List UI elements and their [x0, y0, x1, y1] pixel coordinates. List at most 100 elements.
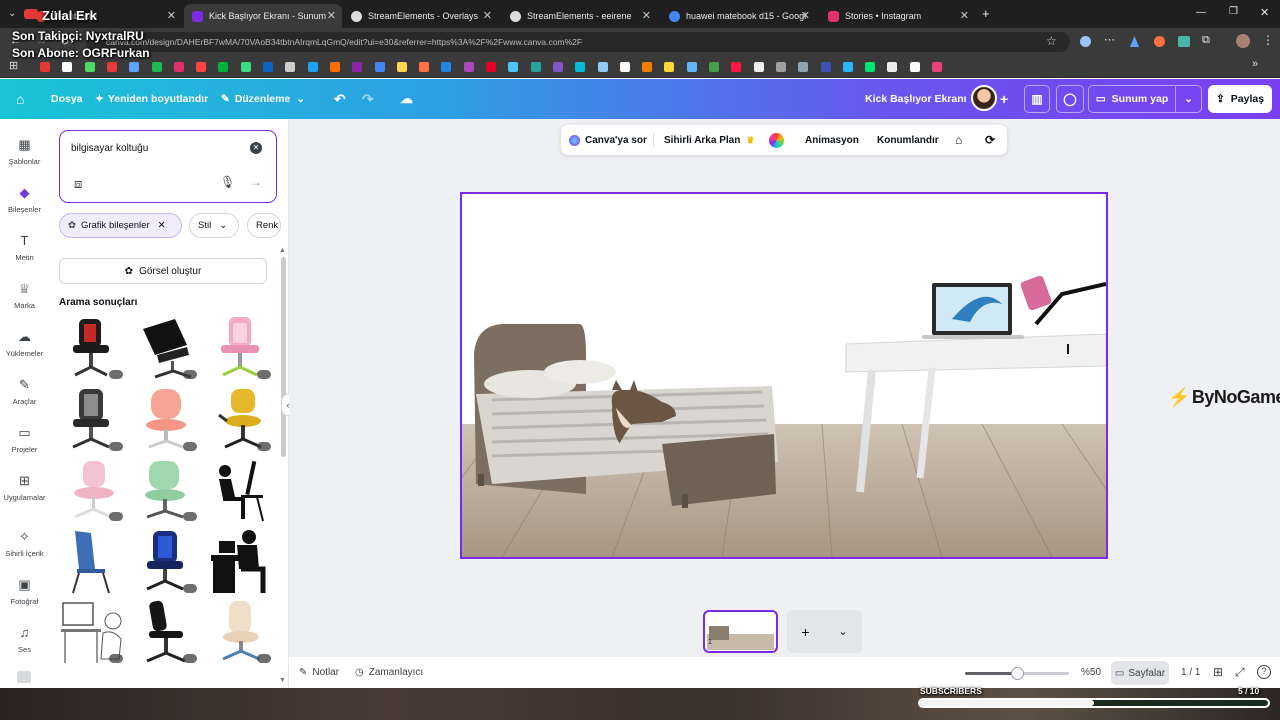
- bookmark-favicon-icon[interactable]: [374, 62, 385, 72]
- filter-chip-graphics[interactable]: ✿ Grafik bileşenler ✕: [59, 213, 182, 238]
- paint-format-icon[interactable]: ⌂: [955, 125, 962, 155]
- chevron-down-icon[interactable]: ⌄: [838, 625, 847, 638]
- close-icon[interactable]: ✕: [960, 9, 969, 22]
- result-gaming-chair-blue[interactable]: [135, 529, 197, 595]
- result-office-chair-yellow[interactable]: [209, 387, 271, 453]
- magic-switch-icon[interactable]: ⟳: [985, 125, 995, 155]
- bookmark-star-icon[interactable]: ☆: [1046, 34, 1057, 48]
- result-cartoon-computer-desk[interactable]: [61, 599, 123, 665]
- bookmark-favicon-icon[interactable]: [932, 62, 942, 72]
- bookmark-favicon-icon[interactable]: [909, 62, 920, 72]
- restore-icon[interactable]: ❐: [1229, 6, 1238, 17]
- bookmark-favicon-icon[interactable]: [151, 62, 162, 72]
- result-person-at-desk-silhouette[interactable]: [209, 529, 271, 595]
- bookmark-favicon-icon[interactable]: [196, 62, 207, 72]
- result-chair-light-pink[interactable]: [61, 457, 123, 523]
- bookmark-favicon-icon[interactable]: [218, 62, 229, 72]
- bookmark-favicon-icon[interactable]: [865, 62, 876, 72]
- filter-chip-style[interactable]: Stil ⌄: [189, 213, 239, 238]
- new-tab-icon[interactable]: +: [982, 6, 990, 21]
- rail-item-magic-media[interactable]: ✧ Sihirli İçerik: [0, 521, 49, 565]
- close-icon[interactable]: ✕: [327, 9, 336, 22]
- user-avatar[interactable]: [971, 85, 997, 111]
- bookmark-favicon-icon[interactable]: [842, 62, 853, 72]
- result-gaming-chair-grey[interactable]: [61, 387, 123, 453]
- apps-grid-icon[interactable]: ⊞: [9, 59, 18, 72]
- bookmark-favicon-icon[interactable]: [396, 62, 407, 72]
- address-bar[interactable]: canva.com/design/DAHErBF7wMA/70VAoB34tbt…: [86, 32, 1070, 52]
- close-icon[interactable]: ✕: [483, 9, 492, 22]
- undo-icon[interactable]: ↶: [334, 79, 346, 119]
- url-text[interactable]: canva.com/design/DAHErBF7wMA/70VAoB34tbt…: [106, 37, 582, 47]
- bookmark-favicon-icon[interactable]: [84, 62, 95, 72]
- bookmark-favicon-icon[interactable]: [307, 62, 318, 72]
- present-button[interactable]: ▭ Sunum yap: [1088, 85, 1176, 113]
- tab-streamelements-eeirene[interactable]: StreamElements - eeirene ✕: [502, 4, 657, 28]
- bookmark-favicon-icon[interactable]: [106, 62, 117, 72]
- bookmark-favicon-icon[interactable]: [40, 62, 50, 72]
- color-picker-icon[interactable]: [769, 133, 784, 148]
- bookmark-favicon-icon[interactable]: [441, 62, 452, 72]
- extension-menu-icon[interactable]: ⋯: [1104, 33, 1115, 46]
- zoom-slider-track[interactable]: [965, 667, 1069, 680]
- rail-item-templates[interactable]: ▦ Şablonlar: [0, 129, 49, 173]
- timer-button[interactable]: ◷ Zamanlayıcı: [355, 667, 423, 678]
- home-icon[interactable]: ⌂: [16, 79, 24, 119]
- animate-button[interactable]: Animasyon: [805, 125, 859, 155]
- add-page-button[interactable]: + ⌄: [787, 610, 862, 653]
- bookmark-favicon-icon[interactable]: [419, 62, 430, 72]
- tab-google-search[interactable]: huawei matebook d15 - Googl ✕: [661, 4, 816, 28]
- rail-item-tools[interactable]: ✎ Araçlar: [0, 369, 49, 413]
- notes-button[interactable]: ✎ Notlar: [299, 667, 339, 678]
- ask-canva-button[interactable]: Canva'ya sor: [569, 125, 647, 155]
- zoom-value[interactable]: %50: [1081, 667, 1101, 678]
- scroll-down-icon[interactable]: ▼: [279, 677, 286, 684]
- insights-chart-icon[interactable]: ▥: [1024, 85, 1050, 113]
- profile-avatar-icon[interactable]: [1236, 34, 1250, 48]
- result-chair-mint[interactable]: [135, 457, 197, 523]
- design-canvas[interactable]: [460, 192, 1108, 559]
- bookmark-favicon-icon[interactable]: [619, 62, 630, 72]
- result-office-chair-cream[interactable]: [209, 599, 271, 665]
- tab-canva[interactable]: Kick Başlıyor Ekranı - Sunum ✕: [184, 4, 342, 28]
- rail-item-photos[interactable]: ▣ Fotoğraf: [0, 569, 49, 613]
- result-office-chair-black[interactable]: [135, 315, 197, 381]
- bookmark-favicon-icon[interactable]: [887, 62, 898, 72]
- rail-item-text[interactable]: T Metin: [0, 225, 49, 269]
- remove-filter-icon[interactable]: ✕: [158, 220, 166, 231]
- result-person-at-computer-silhouette[interactable]: [209, 457, 271, 523]
- bookmark-favicon-icon[interactable]: [463, 62, 474, 72]
- result-gaming-chair-pink[interactable]: [209, 315, 271, 381]
- resize-button[interactable]: ✦ Yeniden boyutlandır: [95, 79, 208, 119]
- minimize-icon[interactable]: —: [1196, 7, 1206, 18]
- submit-arrow-icon[interactable]: →: [250, 175, 262, 189]
- bookmark-favicon-icon[interactable]: [686, 62, 697, 72]
- close-icon[interactable]: ✕: [642, 9, 651, 22]
- bookmark-favicon-icon[interactable]: [798, 62, 809, 72]
- bookmark-favicon-icon[interactable]: [352, 62, 363, 72]
- bedroom-scene-image[interactable]: [462, 194, 1106, 557]
- bookmark-favicon-icon[interactable]: [597, 62, 608, 72]
- page-thumbnail[interactable]: 1: [703, 610, 778, 653]
- bookmark-favicon-icon[interactable]: [664, 62, 675, 72]
- rail-item-apps[interactable]: ⊞ Uygulamalar: [0, 465, 49, 509]
- extension-icon[interactable]: [1080, 36, 1091, 47]
- bookmark-favicon-icon[interactable]: [62, 62, 73, 72]
- bookmark-favicon-icon[interactable]: [129, 62, 140, 72]
- fullscreen-icon[interactable]: ⤢: [1235, 665, 1245, 680]
- result-chair-blue[interactable]: [61, 529, 123, 595]
- share-button[interactable]: ⇪ Paylaş: [1208, 85, 1272, 113]
- bookmark-favicon-icon[interactable]: [820, 62, 831, 72]
- filter-chip-color[interactable]: Renk: [247, 213, 281, 238]
- image-search-icon[interactable]: ⧈: [74, 176, 82, 192]
- bookmark-favicon-icon[interactable]: [486, 62, 496, 72]
- result-office-chair-black-2[interactable]: [135, 599, 197, 665]
- grid-view-icon[interactable]: ⊞: [1213, 665, 1223, 679]
- document-title[interactable]: Kick Başlıyor Ekranı: [865, 79, 967, 119]
- clear-search-icon[interactable]: ✕: [250, 142, 262, 154]
- rail-item-projects[interactable]: ▭ Projeler: [0, 417, 49, 461]
- bookmark-favicon-icon[interactable]: [753, 62, 764, 72]
- more-apps-thumbnail[interactable]: [17, 671, 31, 683]
- help-icon[interactable]: ?: [1257, 665, 1271, 679]
- present-options-chevron-icon[interactable]: ⌄: [1176, 85, 1202, 113]
